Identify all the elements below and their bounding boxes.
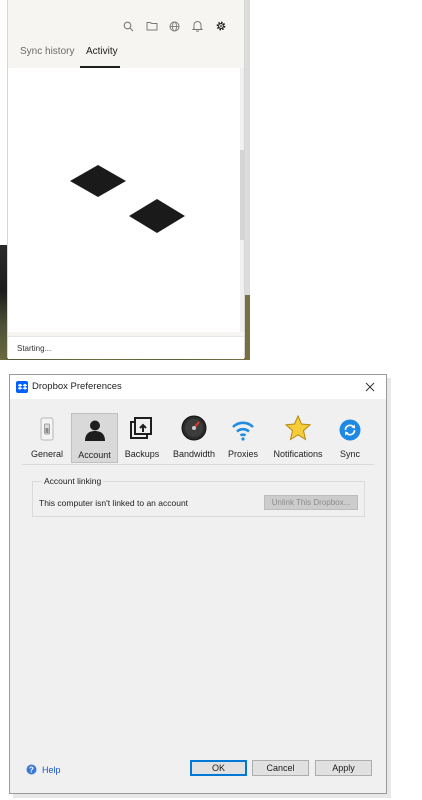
wifi-icon [223, 413, 263, 441]
close-icon [365, 382, 375, 392]
ok-button[interactable]: OK [190, 760, 247, 776]
dropbox-logo-icon [16, 381, 28, 393]
toolbar-divider [22, 464, 374, 465]
tray-tabs: Sync history Activity [8, 44, 244, 69]
loading-illustration [70, 165, 185, 233]
account-linking-group: Account linking This computer isn't link… [32, 476, 365, 517]
cancel-button[interactable]: Cancel [252, 760, 309, 776]
help-link[interactable]: ? Help [26, 764, 61, 775]
account-linking-title: Account linking [42, 476, 104, 486]
folder-icon[interactable] [140, 17, 163, 35]
tab-account-label: Account [78, 450, 111, 460]
status-text: Starting... [17, 344, 52, 353]
apply-button[interactable]: Apply [315, 760, 372, 776]
dialog-title: Dropbox Preferences [32, 381, 122, 392]
tab-activity[interactable]: Activity [86, 46, 118, 57]
sync-icon [332, 413, 368, 441]
close-button[interactable] [362, 379, 378, 395]
tab-proxies-label: Proxies [227, 449, 258, 459]
activity-panel [8, 68, 244, 332]
help-label: Help [42, 764, 61, 775]
backups-icon [121, 413, 163, 441]
account-status-text: This computer isn't linked to an account [39, 498, 189, 508]
loading-diamond-1 [70, 165, 126, 197]
general-switch-icon [26, 413, 68, 441]
tab-backups[interactable]: Backups [121, 413, 163, 463]
unlink-dropbox-button[interactable]: Unlink This Dropbox... [264, 495, 358, 510]
tab-sync-history[interactable]: Sync history [20, 46, 74, 57]
tab-sync[interactable]: Sync [332, 413, 368, 463]
tab-sync-label: Sync [339, 449, 360, 459]
search-icon[interactable] [117, 17, 140, 35]
account-person-icon [72, 414, 117, 442]
preferences-dialog: Dropbox Preferences General Account Back… [9, 374, 387, 794]
help-icon: ? [26, 764, 37, 775]
tab-bandwidth[interactable]: Bandwidth [169, 413, 219, 463]
tab-bandwidth-label: Bandwidth [172, 449, 216, 459]
dialog-shadow-right [387, 378, 391, 796]
scrollbar-thumb[interactable] [240, 150, 244, 240]
gear-icon[interactable] [209, 17, 232, 35]
star-icon [271, 413, 325, 441]
bell-icon[interactable] [186, 17, 209, 35]
tab-account[interactable]: Account [71, 413, 118, 463]
tab-proxies[interactable]: Proxies [223, 413, 263, 463]
dialog-titlebar[interactable]: Dropbox Preferences [10, 375, 386, 399]
globe-icon[interactable] [163, 17, 186, 35]
tray-header: Sync history Activity [8, 0, 244, 69]
tab-backups-label: Backups [124, 449, 160, 459]
tray-icon-bar [117, 17, 232, 35]
dropbox-tray-window: Sync history Activity Starting... [7, 0, 245, 359]
svg-text:?: ? [29, 765, 34, 774]
tab-notifications[interactable]: Notifications [271, 413, 325, 463]
bandwidth-gauge-icon [169, 413, 219, 441]
dialog-shadow-bottom [13, 794, 391, 798]
tab-general[interactable]: General [26, 413, 68, 463]
tab-general-label: General [30, 449, 64, 459]
preferences-toolbar: General Account Backups Bandwidth Proxie… [10, 413, 386, 465]
tab-notifications-label: Notifications [273, 449, 323, 459]
tray-status-bar: Starting... [8, 336, 244, 359]
loading-diamond-2 [129, 199, 185, 233]
